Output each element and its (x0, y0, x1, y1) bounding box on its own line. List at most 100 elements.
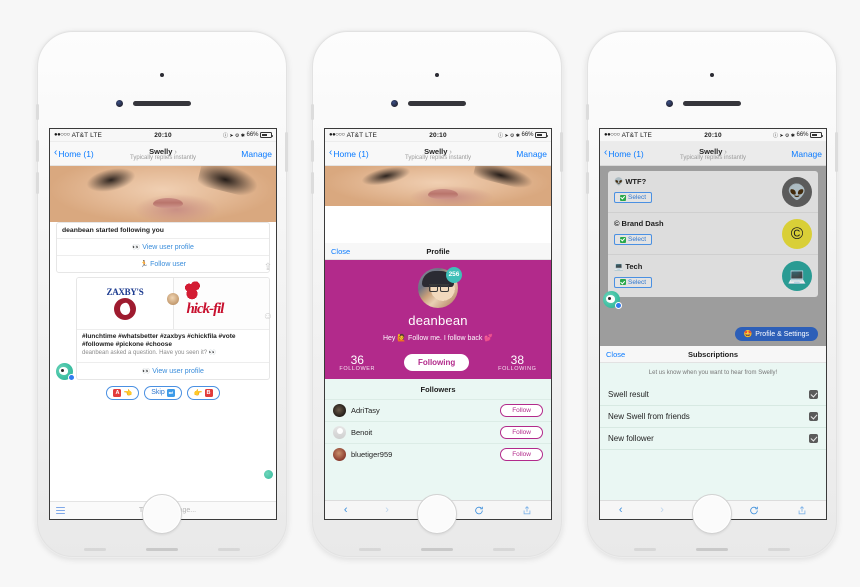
follower-stat[interactable]: 36 FOLLOWER (339, 353, 375, 372)
manage-button[interactable]: Manage (791, 149, 822, 159)
category-name-wrap: 💻 Tech (614, 262, 782, 271)
speaker-grille-right (218, 548, 240, 551)
follow-button[interactable]: Follow (500, 448, 543, 461)
skip-icon: ⏭ (166, 388, 175, 397)
home-button[interactable] (142, 494, 182, 534)
category-row-tech[interactable]: 💻 Tech Select 💻 (608, 255, 818, 297)
speaker-grille-right (768, 548, 790, 551)
follow-button[interactable]: Follow (500, 404, 543, 417)
safari-forward-button[interactable]: › (660, 504, 664, 516)
message-row-follow: deanbean started following you 👀 View use… (56, 222, 270, 273)
follow-user-button[interactable]: 🏃 Follow user (57, 255, 269, 272)
poll-view-user-profile-button[interactable]: 👀 View user profile (77, 361, 269, 379)
eyes-icon: 👀 (132, 244, 141, 251)
mute-switch[interactable] (36, 104, 39, 120)
poll-option-b-image[interactable]: hick-fil (173, 278, 269, 329)
poll-overlay-avatar (167, 293, 179, 306)
copyright-icon: © (614, 219, 620, 229)
reload-icon[interactable] (474, 505, 484, 516)
poll-option-a-image[interactable]: ZAXBY'S (77, 278, 173, 329)
add-reaction-icon[interactable]: ☺ (263, 311, 273, 322)
vote-skip-button[interactable]: Skip ⏭ (144, 385, 182, 400)
status-bar: ●●○○○ AT&T LTE 20:10 ⓘ ➤ ⚙ ✱ 66% (325, 129, 551, 142)
back-button[interactable]: ‹ Home (1) (54, 148, 94, 159)
vote-a-button[interactable]: A 👈 (106, 385, 140, 400)
battery-percent-label: 66% (521, 132, 534, 138)
following-stat[interactable]: 38 FOLLOWING (498, 353, 536, 372)
power-button[interactable] (835, 132, 838, 172)
list-item[interactable]: bluetiger959 Follow (325, 443, 551, 465)
safari-forward-button[interactable]: › (385, 504, 389, 516)
subscription-row[interactable]: New follower (600, 428, 826, 450)
point-right-icon: 👉 (193, 389, 203, 397)
proximity-sensor-icon (666, 100, 673, 107)
checkbox-icon[interactable] (809, 412, 818, 421)
category-row-wtf[interactable]: 👽 WTF? Select 👽 (608, 171, 818, 213)
runner-icon: 🏃 (140, 261, 149, 268)
profile-bio: Hey 🙋 Follow me. I follow back 💕 (382, 335, 494, 342)
select-button[interactable]: Select (614, 276, 653, 288)
status-bar: ●●○○○ AT&T LTE 20:10 ⓘ ➤ ⚙ ✱ 66% (600, 129, 826, 142)
share-icon[interactable] (797, 505, 807, 516)
zaxbys-logo-text: ZAXBY'S (106, 287, 144, 297)
avatar (333, 404, 346, 417)
manage-button[interactable]: Manage (516, 149, 547, 159)
avatar (333, 426, 346, 439)
safari-back-button[interactable]: ‹ (619, 504, 623, 516)
category-name-wrap: © Brand Dash (614, 219, 782, 228)
nav-title-text: Swelly (424, 146, 448, 156)
subscription-row[interactable]: Swell result (600, 384, 826, 406)
back-button[interactable]: ‹ Home (1) (329, 148, 369, 159)
menu-icon[interactable] (56, 507, 65, 514)
checkbox-icon[interactable] (809, 434, 818, 443)
profile-modal: Close Profile 256 deanbean Hey 🙋 Follow … (325, 243, 551, 519)
speaker-grille-left (634, 548, 656, 551)
lightning-port (146, 548, 178, 551)
nav-bar: ‹ Home (1) Swelly › Typically replies in… (325, 142, 551, 166)
checkbox-icon[interactable] (809, 390, 818, 399)
battery-icon (260, 132, 273, 138)
home-button[interactable] (417, 494, 457, 534)
front-camera-icon (435, 73, 439, 77)
phone-3-subscriptions: ●●○○○ AT&T LTE 20:10 ⓘ ➤ ⚙ ✱ 66% ‹ Home … (586, 31, 838, 557)
follow-card-title: deanbean started following you (62, 227, 164, 234)
view-user-profile-button[interactable]: 👀 View user profile (57, 238, 269, 255)
power-button[interactable] (285, 132, 288, 172)
followers-list[interactable]: Followers AdriTasy Follow Benoit Follow (325, 379, 551, 500)
safari-back-button[interactable]: ‹ (344, 504, 348, 516)
category-name: Tech (625, 261, 643, 271)
screen-3: ●●○○○ AT&T LTE 20:10 ⓘ ➤ ⚙ ✱ 66% ‹ Home … (599, 128, 827, 520)
category-row-brand-dash[interactable]: © Brand Dash Select © (608, 213, 818, 255)
following-button[interactable]: Following (403, 354, 470, 371)
chevron-right-icon: › (449, 148, 452, 156)
avatar (56, 362, 75, 381)
profile-settings-button[interactable]: 🤩 Profile & Settings (734, 327, 818, 341)
speaker-grille-left (359, 548, 381, 551)
select-button[interactable]: Select (614, 192, 653, 204)
view-user-profile-label: View user profile (142, 244, 194, 251)
list-item[interactable]: AdriTasy Follow (325, 399, 551, 421)
vote-b-button[interactable]: 👉 B (186, 385, 220, 400)
mute-switch[interactable] (586, 104, 589, 120)
poll-images: ZAXBY'S hick-fil (77, 278, 269, 330)
back-button[interactable]: ‹ Home (1) (604, 148, 644, 159)
share-icon[interactable] (522, 505, 532, 516)
earpiece-speaker (133, 101, 191, 106)
select-button[interactable]: Select (614, 234, 653, 246)
share-icon[interactable]: ⇪ (264, 262, 272, 273)
manage-button[interactable]: Manage (241, 149, 272, 159)
chat-body: 👽 WTF? Select 👽 © Brand Dash Select © 💻 … (600, 166, 826, 519)
hero-photo (50, 166, 276, 222)
chat-scroll[interactable]: deanbean started following you 👀 View use… (50, 222, 276, 519)
laptop-icon: 💻 (614, 261, 624, 271)
power-button[interactable] (560, 132, 563, 172)
home-button[interactable] (692, 494, 732, 534)
reload-icon[interactable] (749, 505, 759, 516)
list-item[interactable]: Benoit Follow (325, 421, 551, 443)
mute-switch[interactable] (311, 104, 314, 120)
avatar-count-badge: 256 (446, 267, 462, 283)
subscription-row[interactable]: New Swell from friends (600, 406, 826, 428)
follow-button[interactable]: Follow (500, 426, 543, 439)
checkbox-icon (620, 236, 626, 243)
phone-1-chat: ●●○○○ AT&T LTE 20:10 ⓘ ➤ ⚙ ✱ 66% ‹ Home … (36, 31, 288, 557)
